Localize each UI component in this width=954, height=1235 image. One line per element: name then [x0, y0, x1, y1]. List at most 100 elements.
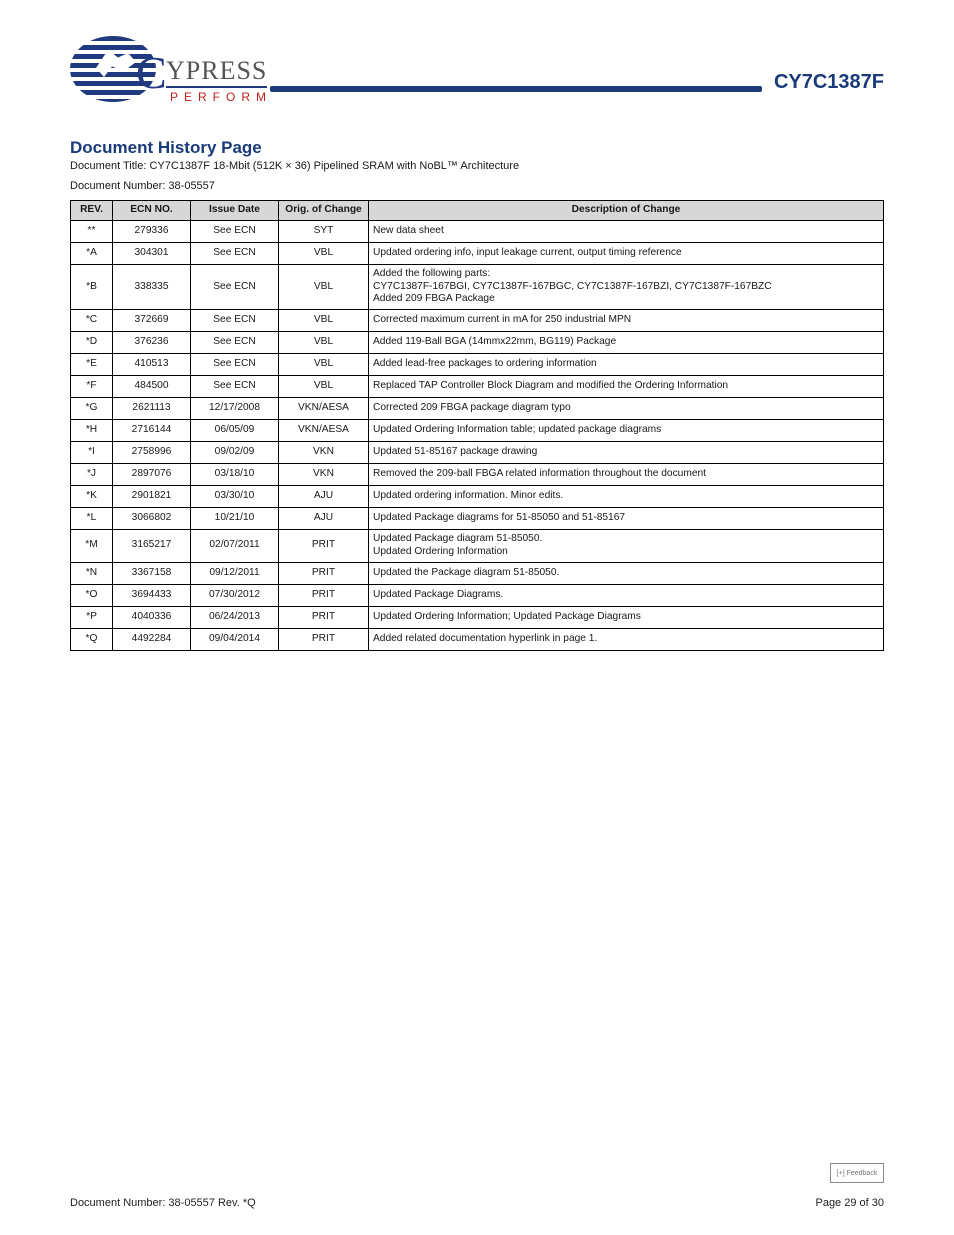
cell-desc: Updated Package Diagrams. — [369, 584, 884, 606]
part-number: CY7C1387F — [774, 71, 884, 94]
table-row: *M316521702/07/2011PRITUpdated Package d… — [71, 530, 884, 563]
cell-ooc: VBL — [279, 310, 369, 332]
cell-desc: Corrected 209 FBGA package diagram typo — [369, 398, 884, 420]
table-row: *P404033606/24/2013PRITUpdated Ordering … — [71, 606, 884, 628]
cell-rev: *P — [71, 606, 113, 628]
cell-rev: *C — [71, 310, 113, 332]
cell-date: See ECN — [191, 310, 279, 332]
cell-ecn: 3165217 — [113, 530, 191, 563]
table-row: **279336See ECNSYTNew data sheet — [71, 220, 884, 242]
cell-desc: Updated 51-85167 package drawing — [369, 442, 884, 464]
cell-ooc: PRIT — [279, 584, 369, 606]
cell-date: See ECN — [191, 242, 279, 264]
feedback-box[interactable]: [+] Feedback — [830, 1163, 884, 1183]
cell-rev: *I — [71, 442, 113, 464]
cell-desc: Updated ordering information. Minor edit… — [369, 486, 884, 508]
cell-rev: *O — [71, 584, 113, 606]
table-body: **279336See ECNSYTNew data sheet*A304301… — [71, 220, 884, 650]
cell-ooc: VBL — [279, 332, 369, 354]
table-row: *L306680210/21/10AJUUpdated Package diag… — [71, 508, 884, 530]
cell-ooc: VKN — [279, 442, 369, 464]
cell-rev: *Q — [71, 628, 113, 650]
cell-ecn: 4040336 — [113, 606, 191, 628]
col-ooc: Orig. of Change — [279, 201, 369, 221]
cell-ecn: 3066802 — [113, 508, 191, 530]
cell-ooc: VKN/AESA — [279, 420, 369, 442]
cell-date: 10/21/10 — [191, 508, 279, 530]
cell-desc: Corrected maximum current in mA for 250 … — [369, 310, 884, 332]
col-date: Issue Date — [191, 201, 279, 221]
cell-desc: Added lead-free packages to ordering inf… — [369, 354, 884, 376]
cell-desc: Added 119-Ball BGA (14mmx22mm, BG119) Pa… — [369, 332, 884, 354]
cell-ecn: 2901821 — [113, 486, 191, 508]
cell-desc: Added the following parts:CY7C1387F-167B… — [369, 264, 884, 309]
table-head: REV. ECN NO. Issue Date Orig. of Change … — [71, 201, 884, 221]
logo-tagline: PERFORM — [170, 90, 272, 104]
table-row: *Q449228409/04/2014PRITAdded related doc… — [71, 628, 884, 650]
cypress-logo: C YPRESS PERFORM — [70, 32, 258, 110]
cell-date: See ECN — [191, 354, 279, 376]
cell-rev: *A — [71, 242, 113, 264]
cell-ecn: 410513 — [113, 354, 191, 376]
cell-date: See ECN — [191, 220, 279, 242]
cell-ooc: VBL — [279, 264, 369, 309]
cell-rev: *K — [71, 486, 113, 508]
cell-desc: Updated Package diagram 51-85050.Updated… — [369, 530, 884, 563]
cell-date: 09/04/2014 — [191, 628, 279, 650]
revision-table: REV. ECN NO. Issue Date Orig. of Change … — [70, 200, 884, 651]
cell-date: 07/30/2012 — [191, 584, 279, 606]
cell-rev: *D — [71, 332, 113, 354]
cell-ecn: 4492284 — [113, 628, 191, 650]
logo-word: YPRESS — [166, 56, 267, 88]
cell-ooc: VBL — [279, 354, 369, 376]
cell-rev: *M — [71, 530, 113, 563]
col-ecn: ECN NO. — [113, 201, 191, 221]
cell-ecn: 2897076 — [113, 464, 191, 486]
cell-ooc: PRIT — [279, 628, 369, 650]
cell-rev: ** — [71, 220, 113, 242]
cell-desc: Updated Ordering Information; Updated Pa… — [369, 606, 884, 628]
cell-date: 09/12/2011 — [191, 562, 279, 584]
cell-ecn: 338335 — [113, 264, 191, 309]
table-row: *E410513See ECNVBLAdded lead-free packag… — [71, 354, 884, 376]
table-row: *B338335See ECNVBLAdded the following pa… — [71, 264, 884, 309]
cell-ooc: PRIT — [279, 606, 369, 628]
doc-title-line: Document Title: CY7C1387F 18-Mbit (512K … — [70, 160, 884, 172]
cell-rev: *J — [71, 464, 113, 486]
cell-ooc: VBL — [279, 242, 369, 264]
cell-ecn: 279336 — [113, 220, 191, 242]
cell-date: 09/02/09 — [191, 442, 279, 464]
doc-number-line: Document Number: 38-05557 — [70, 180, 884, 192]
cell-date: 12/17/2008 — [191, 398, 279, 420]
cell-rev: *B — [71, 264, 113, 309]
cell-rev: *G — [71, 398, 113, 420]
logo-letter-c: C — [136, 46, 167, 99]
page-root: C YPRESS PERFORM CY7C1387F Document Hist… — [0, 0, 954, 691]
cell-desc: Added related documentation hyperlink in… — [369, 628, 884, 650]
col-rev: REV. — [71, 201, 113, 221]
cell-desc: Updated ordering info, input leakage cur… — [369, 242, 884, 264]
cell-rev: *L — [71, 508, 113, 530]
cell-desc: Removed the 209-ball FBGA related inform… — [369, 464, 884, 486]
cell-ecn: 484500 — [113, 376, 191, 398]
cell-ecn: 2716144 — [113, 420, 191, 442]
footer-right: Page 29 of 30 — [815, 1197, 884, 1209]
table-row: *K290182103/30/10AJUUpdated ordering inf… — [71, 486, 884, 508]
cell-desc: Replaced TAP Controller Block Diagram an… — [369, 376, 884, 398]
cell-ooc: VBL — [279, 376, 369, 398]
cell-desc: Updated the Package diagram 51-85050. — [369, 562, 884, 584]
cell-date: 06/05/09 — [191, 420, 279, 442]
table-row: *G262111312/17/2008VKN/AESACorrected 209… — [71, 398, 884, 420]
page-header: C YPRESS PERFORM CY7C1387F — [70, 32, 884, 110]
cell-ooc: AJU — [279, 486, 369, 508]
cell-ooc: PRIT — [279, 530, 369, 563]
cell-ecn: 2758996 — [113, 442, 191, 464]
cell-ecn: 304301 — [113, 242, 191, 264]
cell-ooc: AJU — [279, 508, 369, 530]
cell-ooc: PRIT — [279, 562, 369, 584]
cell-ooc: SYT — [279, 220, 369, 242]
page-footer: Document Number: 38-05557 Rev. *Q Page 2… — [70, 1197, 884, 1209]
cell-desc: Updated Package diagrams for 51-85050 an… — [369, 508, 884, 530]
cell-date: See ECN — [191, 332, 279, 354]
cell-ecn: 372669 — [113, 310, 191, 332]
